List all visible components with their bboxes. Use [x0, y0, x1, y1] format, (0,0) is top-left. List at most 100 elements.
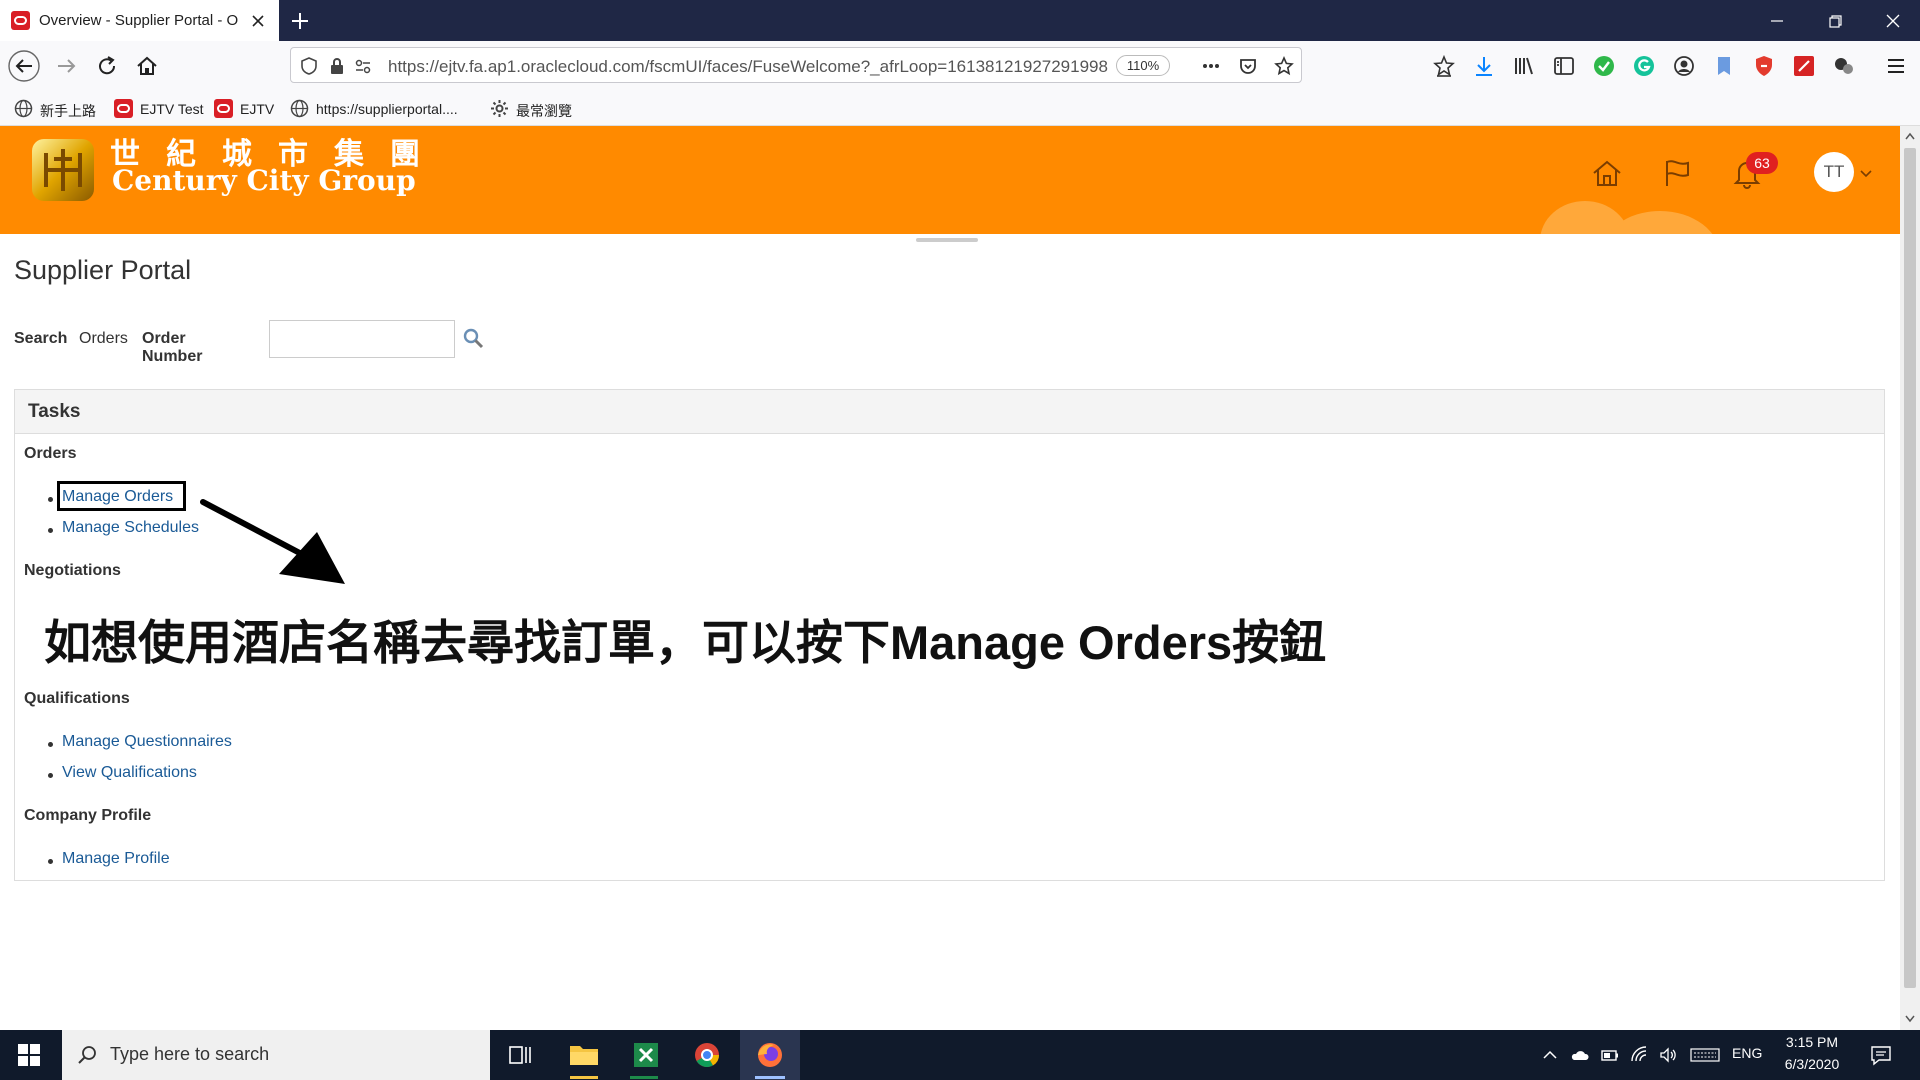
volume-icon[interactable]: [1658, 1045, 1678, 1065]
sidebar-icon[interactable]: [1552, 54, 1576, 78]
search-scope[interactable]: Orders: [79, 330, 128, 348]
bookmark-extension-icon[interactable]: [1712, 54, 1736, 78]
gear-icon: [490, 99, 509, 118]
oracle-icon: [114, 99, 133, 118]
reading-list-icon[interactable]: [1432, 54, 1456, 78]
browser-tab-active[interactable]: Overview - Supplier Portal - Or: [0, 0, 279, 41]
header-collapse-handle[interactable]: [916, 238, 978, 242]
more-actions-icon[interactable]: [1201, 56, 1221, 76]
minimize-icon[interactable]: [1764, 8, 1790, 34]
taskbar-search-placeholder: Type here to search: [110, 1044, 270, 1064]
action-center-icon[interactable]: [1870, 1044, 1892, 1066]
screen: Overview - Supplier Portal - Or https://…: [0, 0, 1920, 1080]
bookmark-star-icon[interactable]: [1274, 56, 1294, 76]
pen-extension-icon[interactable]: [1792, 54, 1816, 78]
manage-profile-link[interactable]: Manage Profile: [62, 850, 170, 868]
firefox-icon[interactable]: [740, 1030, 800, 1080]
excel-icon[interactable]: [614, 1030, 674, 1080]
scroll-up-icon[interactable]: [1904, 131, 1916, 141]
notification-count-badge[interactable]: 63: [1746, 152, 1778, 174]
section-company-profile: Company Profile: [24, 807, 152, 824]
home-icon[interactable]: [134, 53, 160, 79]
lock-icon[interactable]: [327, 56, 347, 76]
tasks-panel-header: Tasks: [15, 390, 1884, 434]
new-tab-icon[interactable]: [288, 9, 312, 33]
back-icon[interactable]: [8, 50, 40, 82]
library-icon[interactable]: [1512, 54, 1536, 78]
section-orders: Orders: [24, 445, 77, 462]
extensions-icon[interactable]: [1832, 54, 1856, 78]
taskbar-search-box[interactable]: Type here to search: [62, 1030, 490, 1080]
bullet: [48, 497, 53, 502]
user-avatar[interactable]: TT: [1814, 152, 1854, 192]
tasks-title: Tasks: [28, 401, 81, 422]
chrome-icon[interactable]: [677, 1030, 737, 1080]
check-extension-icon[interactable]: [1592, 54, 1616, 78]
bullet: [48, 528, 53, 533]
input-language[interactable]: ENG: [1732, 1045, 1762, 1061]
zoom-level[interactable]: 110%: [1116, 55, 1170, 76]
file-explorer-icon[interactable]: [554, 1030, 614, 1080]
download-icon[interactable]: [1472, 54, 1496, 78]
clock-time[interactable]: 3:15 PM: [1784, 1034, 1840, 1050]
manage-questionnaires-link[interactable]: Manage Questionnaires: [62, 733, 232, 751]
section-negotiations: Negotiations: [24, 562, 121, 579]
onedrive-cloud-icon[interactable]: [1570, 1045, 1590, 1065]
scroll-down-icon[interactable]: [1904, 1014, 1916, 1024]
oracle-icon: [214, 99, 233, 118]
reload-icon[interactable]: [94, 53, 120, 79]
annotation-caption: 如想使用酒店名稱去尋找訂單，可以按下Manage Orders按鈕: [44, 616, 1327, 669]
tab-title: Overview - Supplier Portal - Or: [39, 12, 239, 29]
page-scrollbar[interactable]: [1900, 126, 1920, 1030]
pocket-icon[interactable]: [1238, 56, 1258, 76]
bookmark-label: EJTV Test: [140, 101, 204, 117]
browser-title-bar: Overview - Supplier Portal - Or: [0, 0, 1920, 41]
clock-date[interactable]: 6/3/2020: [1780, 1056, 1844, 1072]
page-title: Supplier Portal: [14, 255, 192, 285]
forward-icon[interactable]: [54, 53, 80, 79]
wifi-icon[interactable]: [1630, 1045, 1650, 1065]
flag-icon[interactable]: [1660, 156, 1694, 190]
keyboard-icon[interactable]: [1690, 1045, 1720, 1065]
bookmarks-toolbar: 新手上路 EJTV Test EJTV https://supplierport…: [0, 91, 1920, 126]
bullet: [48, 742, 53, 747]
close-tab-icon[interactable]: [248, 11, 268, 31]
app-header: 世紀城市集團 Century City Group 63 TT: [0, 126, 1900, 234]
windows-start-icon[interactable]: [17, 1043, 41, 1067]
task-view-icon[interactable]: [490, 1030, 550, 1080]
bullet: [48, 773, 53, 778]
search-icon: [76, 1044, 98, 1066]
bookmark-label: EJTV: [240, 101, 275, 117]
bullet: [48, 859, 53, 864]
adblock-shield-icon[interactable]: [1752, 54, 1776, 78]
search-icon[interactable]: [462, 327, 486, 351]
oracle-icon: [11, 11, 30, 30]
grammarly-icon[interactable]: [1632, 54, 1656, 78]
bookmark-label: 新手上路: [40, 103, 96, 119]
chevron-up-icon[interactable]: [1540, 1045, 1560, 1065]
order-number-input[interactable]: [269, 320, 455, 358]
search-field-label[interactable]: Order Number: [142, 330, 202, 366]
url-text[interactable]: https://ejtv.fa.ap1.oraclecloud.com/fscm…: [388, 57, 1118, 77]
company-logo[interactable]: [28, 135, 98, 205]
restore-icon[interactable]: [1822, 8, 1848, 34]
windows-taskbar: Type here to search ENG 3:15 PM 6/3/2020: [0, 1030, 1920, 1080]
close-window-icon[interactable]: [1880, 8, 1906, 34]
highlight-box: [57, 481, 186, 511]
section-qualifications: Qualifications: [24, 690, 130, 707]
menu-icon[interactable]: [1884, 54, 1908, 78]
view-qualifications-link[interactable]: View Qualifications: [62, 764, 197, 782]
globe-icon: [290, 99, 309, 118]
manage-schedules-link[interactable]: Manage Schedules: [62, 519, 199, 537]
account-icon[interactable]: [1672, 54, 1696, 78]
shield-icon[interactable]: [299, 56, 319, 76]
browser-toolbar: https://ejtv.fa.ap1.oraclecloud.com/fscm…: [0, 41, 1920, 91]
permissions-icon[interactable]: [353, 56, 373, 76]
battery-icon[interactable]: [1600, 1045, 1620, 1065]
scroll-thumb[interactable]: [1904, 148, 1916, 988]
annotation-arrow-icon: [195, 490, 355, 590]
bookmark-label: 最常瀏覽: [516, 103, 572, 119]
chevron-down-icon[interactable]: [1858, 166, 1874, 182]
home-icon[interactable]: [1590, 156, 1624, 190]
address-bar[interactable]: https://ejtv.fa.ap1.oraclecloud.com/fscm…: [290, 47, 1302, 83]
